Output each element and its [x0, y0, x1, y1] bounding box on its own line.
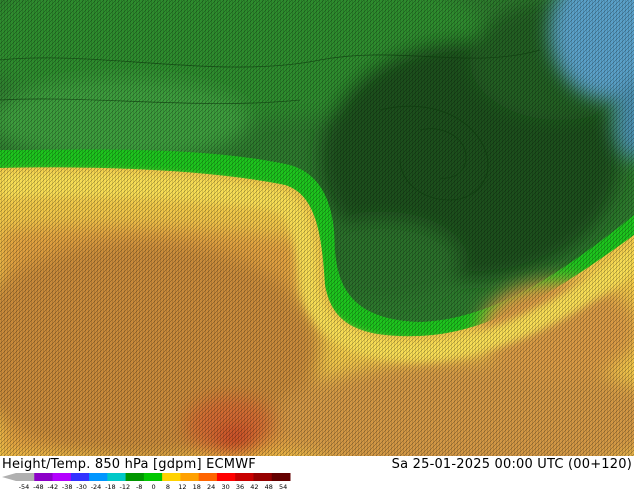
map-footer: Height/Temp. 850 hPa [gdpm] ECMWF Sa 25-…: [0, 456, 634, 490]
colorbar-tick-label: -48: [33, 483, 44, 490]
colorbar-tick-label: -38: [62, 483, 73, 490]
map-title: Height/Temp. 850 hPa [gdpm] ECMWF: [2, 457, 256, 472]
colorbar-tick-label: 54: [279, 483, 287, 490]
colorbar-tick-label: -12: [119, 483, 130, 490]
colorbar-tick-label: -24: [91, 483, 102, 490]
colorbar-segment: [271, 473, 291, 481]
contour-texture: [0, 0, 634, 456]
colorbar-segment: [235, 473, 254, 481]
colorbar-segment: [16, 473, 35, 481]
colorbar-arrow-left: [2, 473, 16, 481]
colorbar-tick-label: 48: [265, 483, 273, 490]
colorbar-tick-label: 18: [193, 483, 201, 490]
colorbar-tick-label: 42: [250, 483, 258, 490]
colorbar-tick-label: -18: [105, 483, 116, 490]
colorbar-tick-label: 24: [207, 483, 215, 490]
colorbar-segment: [70, 473, 90, 481]
temperature-colorbar: -54 -48 -42 -38 -30 -24 -18 -12 -8 0 8 12 18 24 30 36 42…: [2, 473, 291, 490]
colorbar-segment: [107, 473, 127, 481]
forecast-datetime: Sa 25-01-2025 00:00 UTC (00+120): [391, 457, 632, 472]
colorbar-tick-label: 36: [236, 483, 244, 490]
colorbar-segment: [253, 473, 273, 481]
colorbar-segment: [125, 473, 145, 481]
colorbar-segment: [180, 473, 200, 481]
colorbar-tick-label: 12: [178, 483, 186, 490]
weather-map: [0, 0, 634, 456]
colorbar-segment: [52, 473, 72, 481]
colorbar-segment: [162, 473, 181, 481]
colorbar-segment: [143, 473, 163, 481]
colorbar-tick-label: 30: [221, 483, 229, 490]
colorbar-tick-label: -30: [76, 483, 87, 490]
colorbar-segment: [89, 473, 108, 481]
colorbar-tick-label: -54: [19, 483, 30, 490]
colorbar-segment: [216, 473, 236, 481]
colorbar-segment: [198, 473, 218, 481]
temperature-field: [0, 0, 634, 456]
colorbar-segment: [34, 473, 54, 481]
colorbar-tick-label: 8: [166, 483, 170, 490]
colorbar-tick-label: -8: [136, 483, 142, 490]
colorbar-tick-label: 0: [152, 483, 156, 490]
colorbar-tick-label: -42: [47, 483, 58, 490]
